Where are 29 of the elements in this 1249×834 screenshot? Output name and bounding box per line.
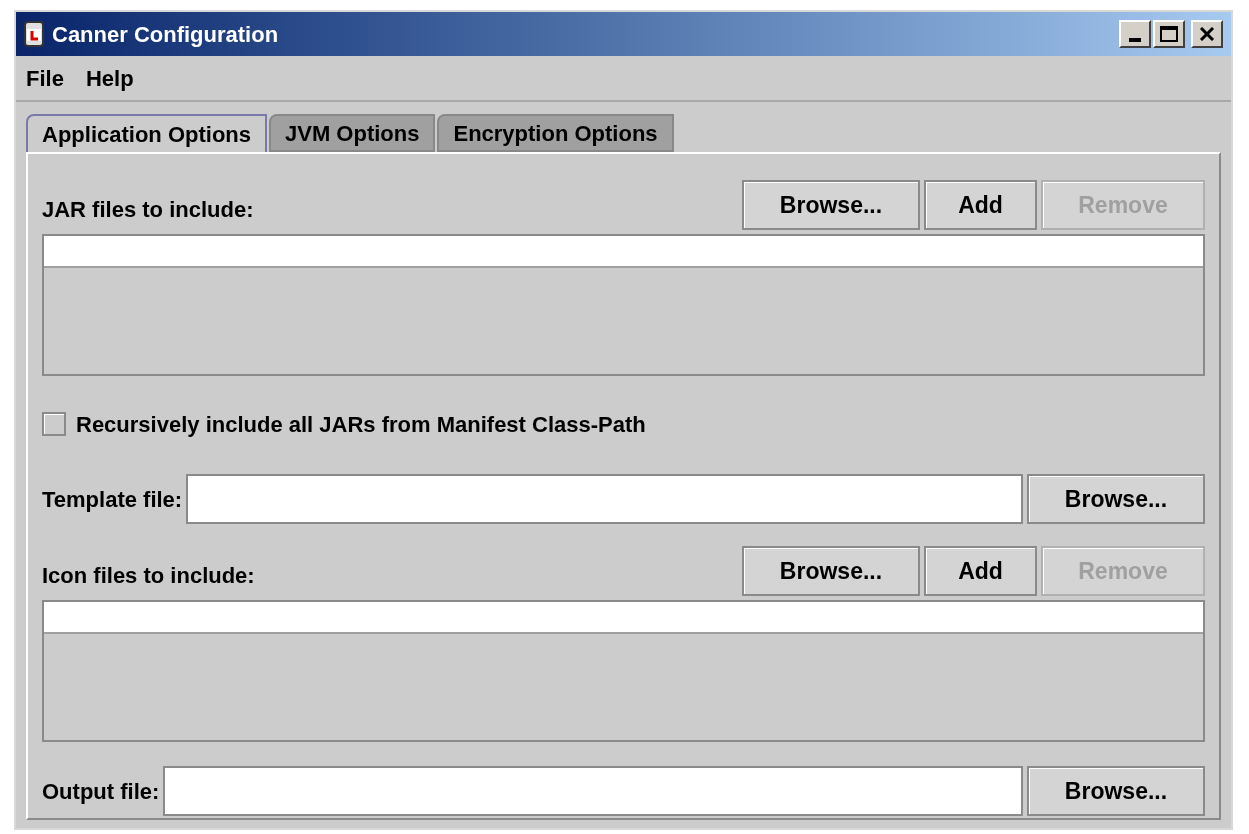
tab[interactable]: Encryption Options xyxy=(437,114,674,152)
checkbox-label[interactable]: Recursively include all JARs from Manifest Class-Path xyxy=(76,407,646,441)
maximize-button[interactable] xyxy=(1153,20,1185,48)
minimize-button[interactable] xyxy=(1119,20,1151,48)
action-button[interactable]: Add xyxy=(924,180,1037,230)
section-label: Icon files to include: xyxy=(42,562,255,590)
minimize-icon xyxy=(1129,38,1141,42)
field-label: Output file: xyxy=(42,777,160,806)
action-button[interactable]: Browse... xyxy=(1027,766,1205,816)
section-label: JAR files to include: xyxy=(42,196,254,224)
maximize-icon xyxy=(1160,26,1178,42)
action-button[interactable]: Browse... xyxy=(742,546,920,596)
action-button[interactable]: Browse... xyxy=(742,180,920,230)
action-button[interactable]: Browse... xyxy=(1027,474,1205,524)
app-icon xyxy=(24,21,44,47)
input-field[interactable] xyxy=(163,766,1023,816)
file-list[interactable] xyxy=(42,234,1205,376)
window-title: Canner Configuration xyxy=(52,20,279,49)
menu-item[interactable]: File xyxy=(26,61,64,95)
close-icon xyxy=(1199,27,1215,41)
checkbox[interactable] xyxy=(42,412,66,436)
input-field[interactable] xyxy=(186,474,1023,524)
field-label: Template file: xyxy=(42,485,183,514)
tab[interactable]: JVM Options xyxy=(269,114,436,152)
action-button[interactable]: Add xyxy=(924,546,1037,596)
close-button[interactable] xyxy=(1191,20,1223,48)
menu-item[interactable]: Help xyxy=(85,61,134,95)
tab[interactable]: Application Options xyxy=(26,114,267,152)
file-list[interactable] xyxy=(42,600,1205,742)
